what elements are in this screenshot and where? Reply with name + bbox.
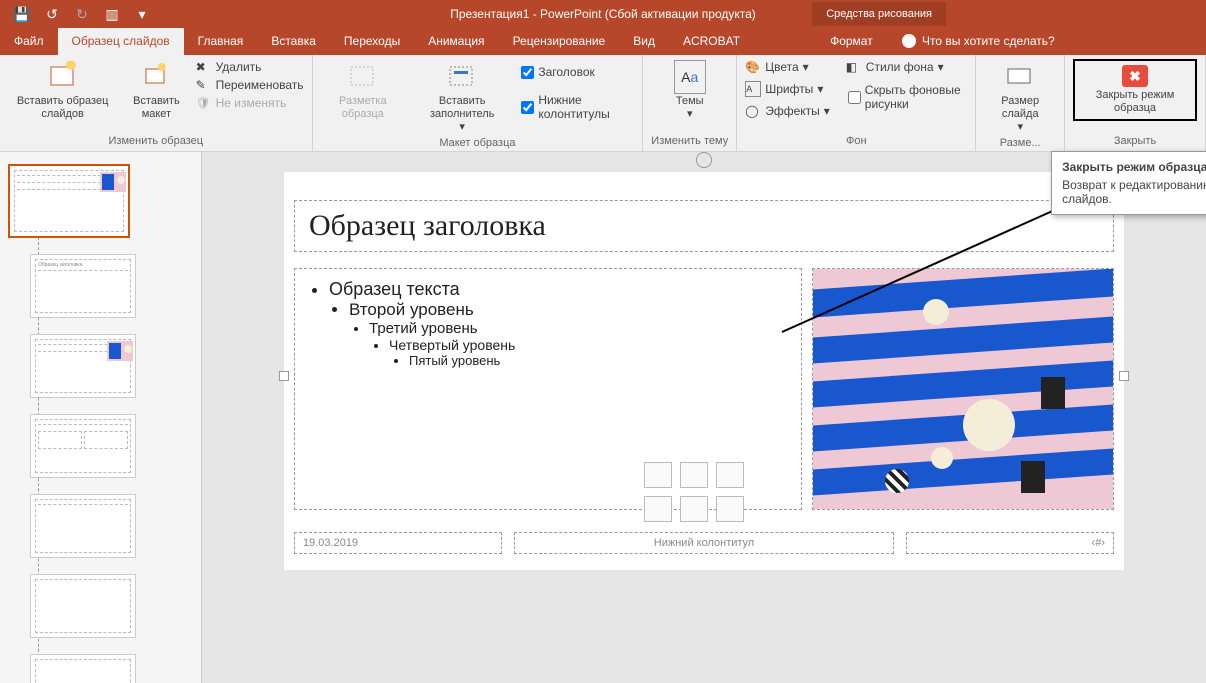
group-master-layout: Разметка образца Вставить заполнитель ▾ … [313, 55, 644, 151]
thumbnail-layout-4[interactable] [30, 494, 136, 558]
thumbnail-layout-1[interactable]: Образец заголовка [30, 254, 136, 318]
undo-icon[interactable]: ↺ [44, 6, 60, 22]
picture-placeholder[interactable] [812, 268, 1114, 510]
slide-master: Образец заголовка Образец текста Второй … [284, 172, 1124, 570]
redo-icon[interactable]: ↻ [74, 6, 90, 22]
tab-format[interactable]: Формат [816, 28, 887, 55]
bulb-icon [902, 34, 916, 48]
sample-image [813, 269, 1113, 509]
colors-icon: 🎨 [745, 59, 761, 75]
start-from-beginning-icon[interactable]: ▥ [104, 6, 120, 22]
title-placeholder[interactable]: Образец заголовка [294, 200, 1114, 252]
title-bar: 💾 ↺ ↻ ▥ ▾ Презентация1 - PowerPoint (Сбо… [0, 0, 1206, 28]
rotate-handle-icon[interactable] [696, 152, 712, 168]
preserve-icon: 🛡 [196, 95, 212, 111]
footer-placeholder[interactable]: Нижний колонтитул [514, 532, 894, 554]
thumbnail-master[interactable] [8, 164, 130, 238]
tab-insert[interactable]: Вставка [257, 28, 330, 55]
fonts-button[interactable]: AШрифты ▾ [745, 81, 823, 97]
tab-slide-master[interactable]: Образец слайдов [58, 28, 184, 55]
content-placeholder-icons [644, 462, 744, 522]
group-close: ✖ Закрыть режим образца Закрыть Закрыть … [1065, 55, 1206, 151]
colors-button[interactable]: 🎨Цвета ▾ [745, 59, 808, 75]
contextual-tab-label: Средства рисования [812, 2, 946, 26]
themes-icon: Aa [674, 61, 706, 93]
thumbnail-panel[interactable]: Образец заголовка [0, 152, 202, 683]
table-icon[interactable] [644, 462, 672, 488]
group-edit-master: Вставить образец слайдов Вставить макет … [0, 55, 313, 151]
close-master-view-button[interactable]: ✖ Закрыть режим образца [1073, 59, 1197, 121]
tab-file[interactable]: Файл [0, 28, 58, 55]
smartart-icon[interactable] [716, 462, 744, 488]
slide-size-button[interactable]: Размер слайда▾ [984, 59, 1056, 137]
rename-icon: ✎ [196, 77, 212, 93]
ribbon: Вставить образец слайдов Вставить макет … [0, 55, 1206, 152]
delete-button[interactable]: ✖Удалить [196, 59, 262, 75]
tab-acrobat[interactable]: ACROBAT [669, 28, 754, 55]
preserve-button[interactable]: 🛡Не изменять [196, 95, 287, 111]
themes-button[interactable]: Aa Темы ▾ [670, 59, 710, 123]
tab-review[interactable]: Рецензирование [499, 28, 620, 55]
delete-icon: ✖ [196, 59, 212, 75]
qat-dropdown-icon[interactable]: ▾ [134, 6, 150, 22]
insert-layout-button[interactable]: Вставить макет [123, 59, 189, 123]
tooltip-close-master: Закрыть режим образца Возврат к редактир… [1051, 151, 1206, 215]
insert-placeholder-button[interactable]: Вставить заполнитель ▾ [411, 59, 513, 137]
resize-handle[interactable] [279, 371, 289, 381]
online-picture-icon[interactable] [680, 496, 708, 522]
effects-button[interactable]: ◯Эффекты ▾ [745, 103, 830, 119]
thumbnail-layout-5[interactable] [30, 574, 136, 638]
insert-slide-master-icon [47, 61, 79, 93]
fonts-icon: A [745, 81, 761, 97]
group-size: Размер слайда▾ Разме... [976, 55, 1065, 151]
tell-me-search[interactable]: Что вы хотите сделать? [902, 34, 1055, 48]
insert-slide-master-button[interactable]: Вставить образец слайдов [8, 59, 117, 123]
background-styles-icon: ◧ [846, 59, 862, 75]
insert-placeholder-icon [446, 61, 478, 93]
background-styles-button[interactable]: ◧Стили фона ▾ [846, 59, 944, 75]
close-icon: ✖ [1122, 65, 1148, 87]
resize-handle[interactable] [1119, 371, 1129, 381]
workspace: Образец заголовка Образец заголовка [0, 152, 1206, 683]
footers-checkbox[interactable]: Нижние колонтитулы [519, 91, 634, 123]
effects-icon: ◯ [745, 103, 761, 119]
slide-size-icon [1004, 61, 1036, 93]
window-title: Презентация1 - PowerPoint (Сбой активаци… [450, 7, 756, 21]
date-placeholder[interactable]: 19.03.2019 [294, 532, 502, 554]
tell-me-label: Что вы хотите сделать? [922, 34, 1055, 48]
slide-canvas[interactable]: Образец заголовка Образец текста Второй … [202, 152, 1206, 683]
group-edit-theme: Aa Темы ▾ Изменить тему [643, 55, 737, 151]
video-icon[interactable] [716, 496, 744, 522]
ribbon-tabs: Файл Образец слайдов Главная Вставка Пер… [0, 28, 1206, 55]
slide-number-placeholder[interactable]: ‹#› [906, 532, 1114, 554]
save-icon[interactable]: 💾 [14, 6, 30, 22]
master-layout-icon [347, 61, 379, 93]
thumbnail-layout-2[interactable] [30, 334, 136, 398]
picture-icon[interactable] [644, 496, 672, 522]
tab-view[interactable]: Вид [619, 28, 669, 55]
rename-button[interactable]: ✎Переименовать [196, 77, 304, 93]
tab-animations[interactable]: Анимация [414, 28, 498, 55]
thumbnail-layout-3[interactable] [30, 414, 136, 478]
text-placeholder[interactable]: Образец текста Второй уровень Третий уро… [294, 268, 802, 510]
hide-background-checkbox[interactable]: Скрыть фоновые рисунки [846, 81, 968, 113]
thumbnail-layout-6[interactable] [30, 654, 136, 683]
tab-transitions[interactable]: Переходы [330, 28, 414, 55]
insert-layout-icon [140, 61, 172, 93]
master-layout-button[interactable]: Разметка образца [321, 59, 405, 123]
title-checkbox[interactable]: Заголовок [519, 63, 634, 81]
chart-icon[interactable] [680, 462, 708, 488]
tab-home[interactable]: Главная [184, 28, 258, 55]
group-background: 🎨Цвета ▾ AШрифты ▾ ◯Эффекты ▾ ◧Стили фон… [737, 55, 976, 151]
